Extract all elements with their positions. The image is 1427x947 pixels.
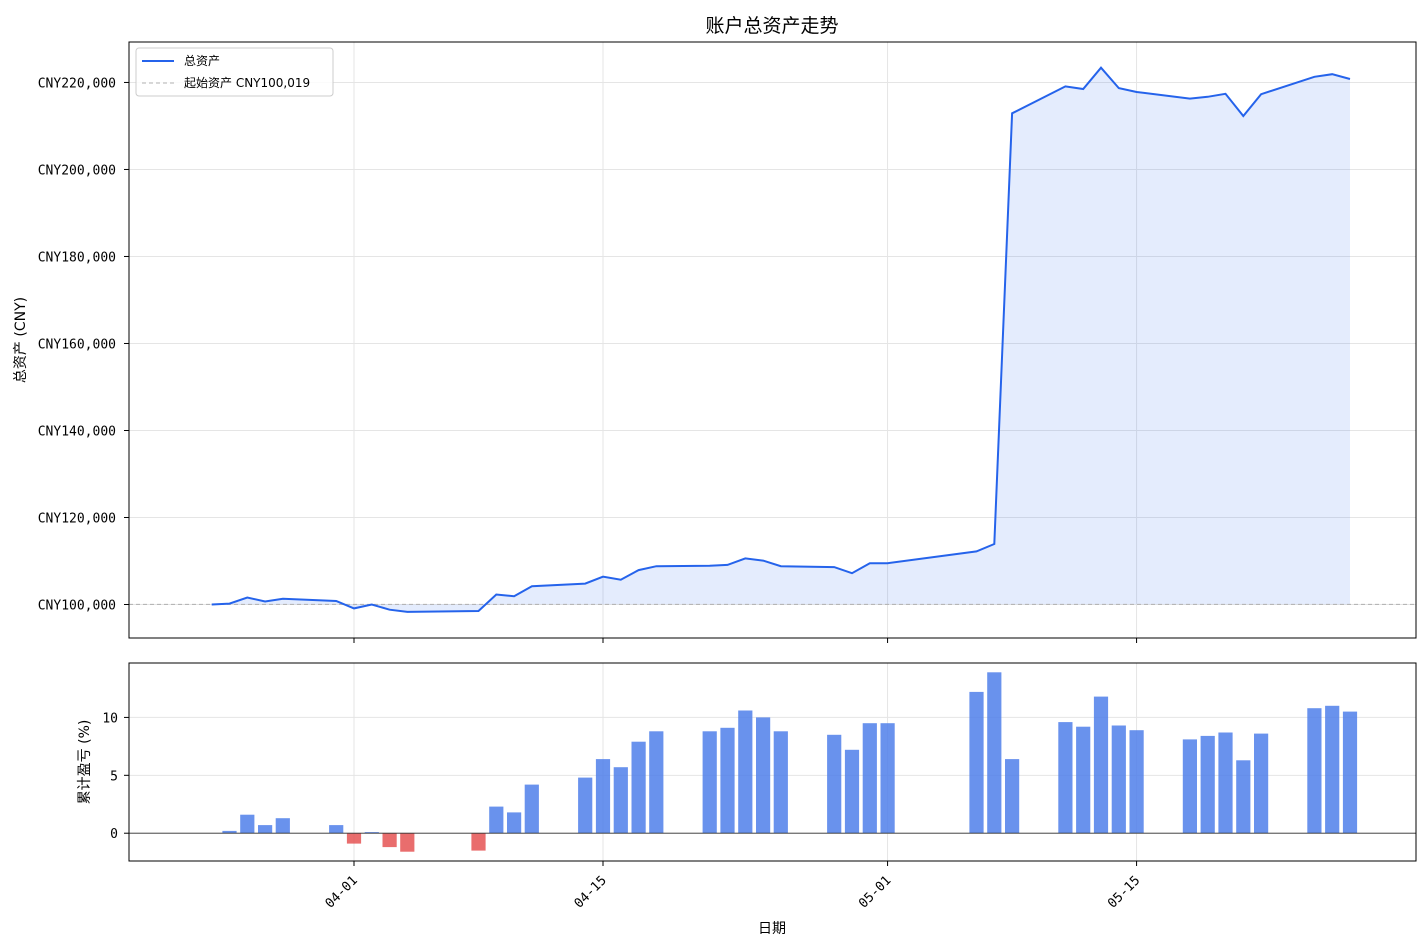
- pnl-bar: [738, 710, 753, 834]
- pnl-bar: [1111, 725, 1126, 834]
- pnl-bar: [1093, 696, 1109, 834]
- pnl-bar: [969, 691, 984, 834]
- top-y-tick-label: CNY200,000: [38, 163, 116, 178]
- total-assets-panel: CNY100,000 CNY120,000 CNY140,000 CNY160,000…: [13, 41, 1417, 643]
- pnl-bar: [1254, 733, 1269, 834]
- x-tick-label: 04-15: [572, 873, 610, 911]
- pnl-bar: [1058, 722, 1073, 834]
- pnl-bar: [862, 723, 877, 834]
- pnl-bar: [773, 731, 788, 834]
- bottom-y-axis-label: 累计盈亏 (%): [77, 720, 93, 805]
- pnl-bar: [258, 825, 273, 834]
- pnl-bar: [756, 717, 771, 834]
- pnl-bar: [613, 767, 628, 834]
- pnl-bar: [275, 818, 290, 834]
- pnl-bar: [1129, 730, 1144, 834]
- pnl-bar: [578, 777, 593, 834]
- pnl-bar: [489, 806, 504, 834]
- legend-item-baseline: 起始资产 CNY100,019: [184, 76, 310, 90]
- top-y-axis-label: 总资产 (CNY): [13, 297, 29, 383]
- pnl-bar: [240, 814, 255, 834]
- pnl-bar: [1182, 739, 1197, 834]
- top-y-tick-label: CNY180,000: [38, 250, 116, 265]
- pnl-bar: [507, 812, 522, 834]
- pnl-bar: [631, 741, 646, 834]
- x-tick-label: 05-01: [856, 873, 894, 911]
- pnl-bar: [649, 731, 664, 834]
- pnl-bar: [1200, 735, 1215, 834]
- pnl-bar: [382, 833, 397, 848]
- pnl-bar: [524, 784, 539, 834]
- legend-item-total-assets: 总资产: [184, 54, 220, 68]
- pnl-bar: [880, 723, 895, 834]
- legend: 总资产 起始资产 CNY100,019: [135, 47, 334, 97]
- top-y-tick-label: CNY140,000: [38, 424, 116, 439]
- bottom-y-tick-label: 5: [110, 769, 118, 784]
- pnl-bar: [1005, 759, 1020, 834]
- pnl-bar: [987, 672, 1002, 834]
- pnl-bar: [1342, 711, 1358, 834]
- pnl-bar: [1236, 760, 1251, 834]
- top-y-tick-label: CNY120,000: [38, 511, 116, 526]
- bottom-y-tick-label: 0: [110, 827, 118, 842]
- chart-title: 账户总资产走势: [705, 15, 838, 37]
- top-y-tick-label: CNY100,000: [38, 599, 116, 614]
- pnl-bar: [1076, 726, 1091, 834]
- pnl-bar: [827, 734, 842, 834]
- pnl-bar: [329, 825, 344, 834]
- pnl-bar: [844, 749, 860, 834]
- x-axis-label: 日期: [758, 921, 786, 937]
- pnl-bar: [702, 731, 717, 834]
- pnl-bar: [471, 833, 486, 851]
- figure: 账户总资产走势 CNY100,000CNY120,000CNY140,000CN…: [13, 15, 1417, 937]
- bottom-y-axis: 0 5 10: [102, 711, 129, 842]
- bottom-x-axis: 04-01 04-15 05-01 05-15: [323, 861, 1143, 912]
- pnl-bar: [1307, 708, 1322, 834]
- pnl-bar: [1218, 732, 1233, 834]
- top-y-tick-label: CNY160,000: [38, 337, 116, 352]
- pnl-bar: [346, 833, 362, 844]
- pnl-bar: [595, 759, 611, 834]
- bottom-y-tick-label: 10: [102, 711, 118, 726]
- pnl-bar: [1325, 705, 1340, 834]
- pnl-bar: [720, 727, 735, 834]
- x-tick-label: 04-01: [323, 873, 361, 911]
- top-y-tick-label: CNY220,000: [38, 76, 116, 91]
- top-y-axis: CNY100,000 CNY120,000 CNY140,000 CNY160,000…: [38, 76, 129, 614]
- pnl-panel: 0 5 10 04-01 04-15 05-01 05-15 累计盈亏 (%) 日期: [77, 662, 1417, 937]
- x-tick-label: 05-15: [1105, 873, 1143, 911]
- top-x-ticks: [353, 638, 1138, 643]
- pnl-bar: [400, 833, 415, 852]
